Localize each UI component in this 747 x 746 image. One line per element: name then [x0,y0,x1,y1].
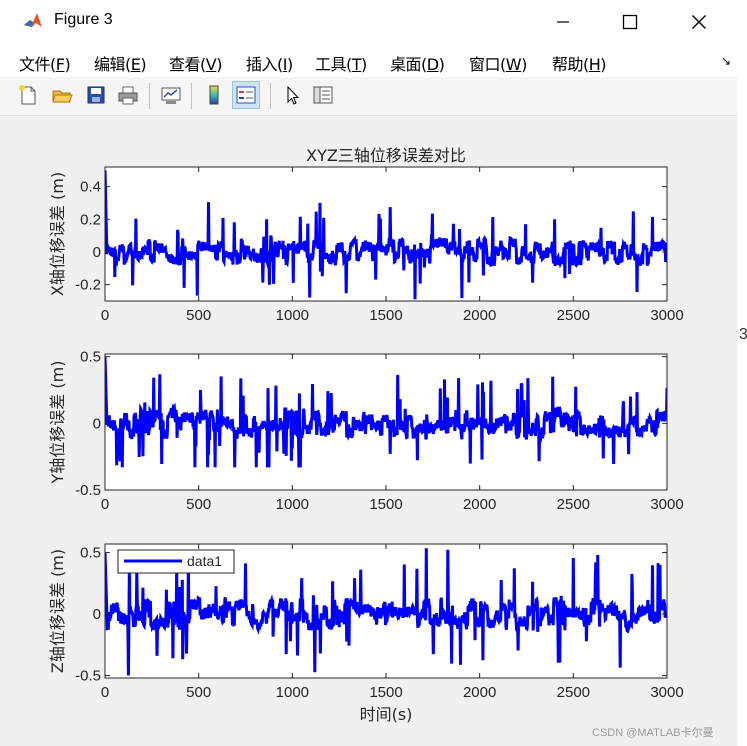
menu-edit[interactable]: 编辑(E) [94,51,147,75]
clipped-text: 3 [739,326,747,343]
menu-view[interactable]: 查看(V) [169,51,222,75]
matlab-logo-icon [22,10,44,32]
y-tick-label: 0.5 [80,349,101,366]
x-axis-label: 时间(s) [360,705,413,724]
close-icon [692,15,706,29]
x-tick-label: 2000 [463,307,496,324]
y-tick-label: 0.5 [80,545,101,562]
open-file-button[interactable] [48,81,76,109]
print-icon [118,86,138,105]
colorbar-button[interactable] [200,81,228,109]
new-figure-icon [19,85,36,105]
x-tick-label: 1500 [369,496,402,513]
legend-label: data1 [187,553,222,569]
maximize-button[interactable] [606,0,654,44]
y-tick-label: 0 [93,606,101,623]
menu-help[interactable]: 帮助(H) [552,51,607,75]
y-axis-label: Y轴位移误差 (m) [48,361,67,485]
link-plot-icon [161,87,181,104]
print-button[interactable] [114,81,142,109]
x-tick-label: 2500 [557,496,590,513]
x-tick-label: 2500 [557,307,590,324]
x-tick-label: 1000 [276,496,309,513]
y-axis-label: Z轴位移误差 (m) [48,549,67,673]
y-tick-label: -0.5 [75,668,101,685]
window-title: Figure 3 [54,11,113,28]
link-plot-button[interactable] [157,81,185,109]
y-axis-label: X轴位移误差 (m) [48,172,67,296]
x-tick-label: 2000 [463,496,496,513]
y-tick-label: -0.5 [75,482,101,499]
close-button[interactable] [675,0,723,44]
axes-1: 0 500 1000 1500 2000 2500 3000-0.200.20.4X轴位移误… [48,146,684,324]
x-tick-label: 1000 [276,307,309,324]
chart-title: XYZ三轴位移误差对比 [306,146,466,165]
x-tick-label: 500 [186,684,211,701]
y-tick-label: 0.4 [80,179,101,196]
menu-bar: 文件(F) 编辑(E) 查看(V) 插入(I) 工具(T) 桌面(D) 窗口(W… [0,44,737,78]
property-inspector-icon [313,86,333,104]
x-tick-label: 0 [101,307,109,324]
x-tick-label: 1000 [276,684,309,701]
legend: data1 [117,549,235,574]
figure-window: Figure 3 文件(F) 编辑(E) 查看(V) 插入(I) 工具(T) 桌… [0,0,737,746]
y-tick-label: 0 [93,415,101,432]
title-bar[interactable]: Figure 3 [0,0,737,44]
menu-tools[interactable]: 工具(T) [315,51,367,75]
figure-toolbar [0,77,737,116]
y-tick-label: -0.2 [75,277,101,294]
minimize-button[interactable] [539,0,587,44]
toolbar-separator [149,83,150,109]
x-tick-label: 3000 [650,496,683,513]
menu-window[interactable]: 窗口(W) [469,51,527,75]
dock-arrow-icon[interactable]: ↘ [721,54,731,68]
property-inspector-button[interactable] [309,81,337,109]
x-tick-label: 0 [101,496,109,513]
x-tick-label: 3000 [650,684,683,701]
menu-file[interactable]: 文件(F) [19,51,71,75]
colorbar-icon [209,85,219,105]
edit-plot-icon [287,85,300,105]
x-tick-label: 0 [101,684,109,701]
x-tick-label: 1500 [369,684,402,701]
toolbar-separator [270,83,271,109]
axes-2: 0 500 1000 1500 2000 2500 3000-0.500.5Y轴位移误差 (… [48,349,684,513]
y-tick-label: 0.2 [80,211,101,228]
save-icon [87,86,105,104]
open-file-icon [52,90,73,103]
edit-plot-button[interactable] [278,81,306,109]
x-tick-label: 1500 [369,307,402,324]
toolbar-separator [191,83,192,109]
minimize-icon [557,21,569,23]
x-tick-label: 3000 [650,307,683,324]
plot-canvas: 0 500 1000 1500 2000 2500 3000-0.200.20.4X轴位移误… [48,146,684,724]
x-tick-label: 2500 [557,684,590,701]
x-tick-label: 2000 [463,684,496,701]
maximize-icon [622,14,638,30]
plot-area [105,167,667,301]
watermark-text: CSDN @MATLAB卡尔曼 [592,727,714,739]
new-figure-button[interactable] [14,81,42,109]
figure-canvas: 0 500 1000 1500 2000 2500 3000 -0.2 0 0.2 0.4 X轴位移误… [0,116,737,746]
y-tick-label: 0 [93,244,101,261]
legend-icon [236,86,256,104]
axes-3: 0 500 1000 1500 2000 2500 3000-0.500.5Z轴位移误差 (… [48,543,684,724]
legend-button[interactable] [232,81,260,109]
menu-insert[interactable]: 插入(I) [246,51,293,75]
x-tick-label: 500 [186,307,211,324]
x-tick-label: 500 [186,496,211,513]
menu-desktop[interactable]: 桌面(D) [390,51,445,75]
save-button[interactable] [82,81,110,109]
